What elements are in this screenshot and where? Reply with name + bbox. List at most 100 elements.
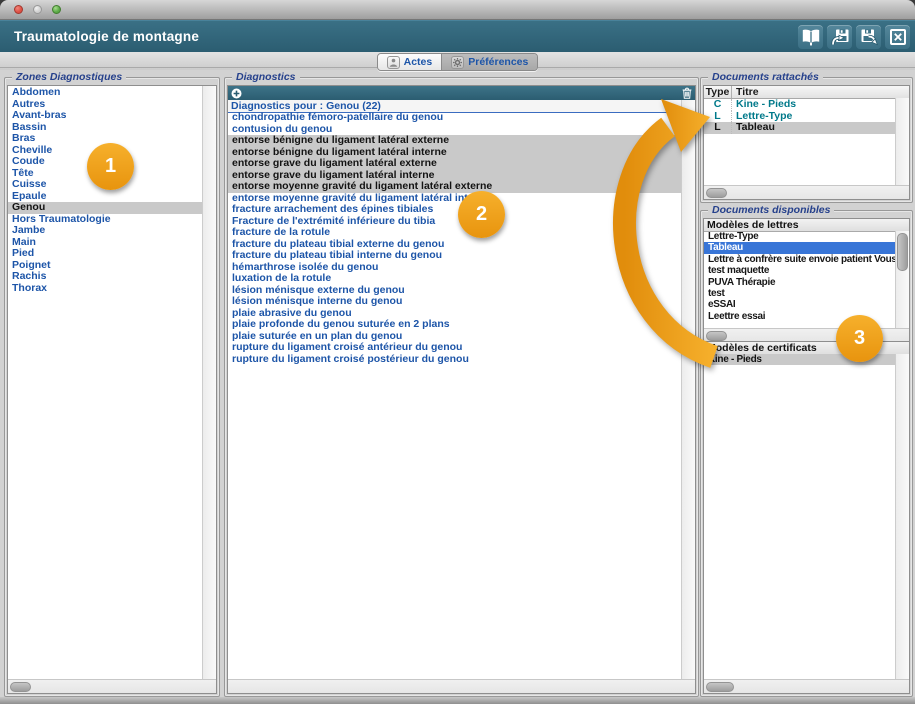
actes-icon bbox=[387, 56, 400, 69]
close-panel-button[interactable] bbox=[885, 25, 910, 49]
save-export-button[interactable] bbox=[856, 25, 881, 49]
document-type-cell: L bbox=[704, 111, 732, 123]
zones-hscroll-thumb[interactable] bbox=[10, 682, 31, 692]
plus-circle-icon bbox=[231, 88, 242, 99]
zone-item[interactable]: Avant-bras bbox=[8, 110, 203, 122]
zones-vscrollbar[interactable] bbox=[202, 86, 216, 680]
badge-2-number: 2 bbox=[476, 203, 487, 226]
letter-models-hscroll-thumb[interactable] bbox=[706, 331, 727, 341]
document-type-cell: C bbox=[704, 99, 732, 111]
document-type-cell: L bbox=[704, 122, 732, 134]
diagnostic-item[interactable]: fracture du plateau tibial interne du ge… bbox=[228, 250, 682, 262]
diagnostic-item[interactable]: contusion du genou bbox=[228, 124, 682, 136]
diagnostic-item[interactable]: rupture du ligament croisé postérieur du… bbox=[228, 354, 682, 366]
document-title-cell: Lettre-Type bbox=[732, 111, 909, 123]
certificate-models-hscrollbar[interactable] bbox=[704, 679, 909, 693]
certificate-models-vscrollbar[interactable] bbox=[895, 354, 909, 680]
document-title-cell: Kine - Pieds bbox=[732, 99, 909, 111]
attached-documents-group-label: Documents rattachés bbox=[708, 71, 823, 83]
tab-preferences[interactable]: Préférences bbox=[441, 54, 537, 70]
diagnostic-item[interactable]: entorse moyenne gravité du ligament laté… bbox=[228, 193, 682, 205]
diagnostic-item[interactable]: rupture du ligament croisé antérieur du … bbox=[228, 342, 682, 354]
letter-model-item[interactable]: Lettre-Type bbox=[704, 231, 896, 242]
window-zoom-button[interactable] bbox=[52, 5, 61, 14]
save-export-icon bbox=[859, 27, 879, 47]
main-content: Zones Diagnostiques AbdomenAutresAvant-b… bbox=[0, 70, 915, 697]
app-window: Traumatologie de montagne bbox=[0, 0, 915, 704]
zone-item[interactable]: Thorax bbox=[8, 283, 203, 295]
zone-item[interactable]: Jambe bbox=[8, 225, 203, 237]
letter-model-item[interactable]: Tableau bbox=[704, 242, 896, 253]
zone-item[interactable]: Epaule bbox=[8, 191, 203, 203]
zone-item[interactable]: Main bbox=[8, 237, 203, 249]
diagnostic-item[interactable]: plaie suturée en un plan du genou bbox=[228, 331, 682, 343]
diagnostic-item[interactable]: fracture arrachement des épines tibiales bbox=[228, 204, 682, 216]
diagnostic-item[interactable]: fracture du plateau tibial externe du ge… bbox=[228, 239, 682, 251]
diagnostic-item[interactable]: entorse grave du ligament latéral intern… bbox=[228, 170, 682, 182]
window-minimize-button[interactable] bbox=[33, 5, 42, 14]
app-header: Traumatologie de montagne bbox=[0, 20, 915, 52]
diagnostic-item[interactable]: entorse bénigne du ligament latéral exte… bbox=[228, 135, 682, 147]
save-import-button[interactable] bbox=[827, 25, 852, 49]
attached-documents-header: Type Titre bbox=[704, 86, 909, 99]
diagnostics-toolbar bbox=[228, 86, 695, 100]
zone-item[interactable]: Poignet bbox=[8, 260, 203, 272]
attached-document-row[interactable]: CKine - Pieds bbox=[704, 99, 909, 111]
diagnostic-item[interactable]: fracture de la rotule bbox=[228, 227, 682, 239]
attached-document-row[interactable]: LLettre-Type bbox=[704, 111, 909, 123]
diagnostic-item[interactable]: entorse moyenne gravité du ligament laté… bbox=[228, 181, 682, 193]
attached-documents-vscrollbar[interactable] bbox=[895, 98, 909, 186]
zone-item[interactable]: Rachis bbox=[8, 271, 203, 283]
letter-models-vscroll-thumb[interactable] bbox=[897, 233, 908, 271]
diagnostics-vscrollbar[interactable] bbox=[681, 100, 695, 680]
zone-item[interactable]: Genou bbox=[8, 202, 203, 214]
column-header-titre[interactable]: Titre bbox=[732, 86, 909, 98]
zone-item[interactable]: Autres bbox=[8, 99, 203, 111]
delete-diagnostic-button[interactable] bbox=[682, 87, 692, 99]
attached-documents-table: Type Titre CKine - PiedsLLettre-TypeLTab… bbox=[703, 85, 910, 200]
tab-actes[interactable]: Actes bbox=[378, 54, 442, 70]
zones-hscrollbar[interactable] bbox=[8, 679, 216, 693]
letter-model-item[interactable]: Lettre à confrère suite envoie patient V… bbox=[704, 254, 896, 265]
zone-item[interactable]: Bassin bbox=[8, 122, 203, 134]
attached-documents-hscroll-thumb[interactable] bbox=[706, 188, 727, 198]
tab-bar: Actes Préférences bbox=[0, 52, 915, 72]
save-import-icon bbox=[830, 27, 850, 47]
zone-item[interactable]: Hors Traumatologie bbox=[8, 214, 203, 226]
diagnostics-hscrollbar[interactable] bbox=[228, 679, 695, 693]
diagnostic-item[interactable]: plaie profonde du genou suturée en 2 pla… bbox=[228, 319, 682, 331]
open-book-button[interactable] bbox=[798, 25, 823, 49]
letter-models-vscrollbar[interactable] bbox=[895, 231, 909, 329]
column-header-type[interactable]: Type bbox=[704, 86, 732, 98]
letter-model-item[interactable]: test maquette bbox=[704, 265, 896, 276]
letter-model-item[interactable]: eSSAI bbox=[704, 299, 896, 310]
letter-model-item[interactable]: test bbox=[704, 288, 896, 299]
diagnostic-item[interactable]: plaie abrasive du genou bbox=[228, 308, 682, 320]
badge-1-number: 1 bbox=[105, 155, 116, 178]
trash-icon bbox=[682, 87, 692, 99]
annotation-badge-3: 3 bbox=[836, 315, 883, 362]
annotation-badge-1: 1 bbox=[87, 143, 134, 190]
available-documents-group: Documents disponibles Modèles de lettres… bbox=[700, 210, 913, 697]
certificate-models-hscroll-thumb[interactable] bbox=[706, 682, 734, 692]
attached-documents-hscrollbar[interactable] bbox=[704, 185, 909, 199]
diagnostic-item[interactable]: Fracture de l'extrémité inférieure du ti… bbox=[228, 216, 682, 228]
gear-icon bbox=[451, 56, 464, 69]
diagnostic-item[interactable]: entorse grave du ligament latéral extern… bbox=[228, 158, 682, 170]
diagnostic-item[interactable]: chondropathie fémoro-patellaire du genou bbox=[228, 112, 682, 124]
annotation-badge-2: 2 bbox=[458, 191, 505, 238]
certificate-models-listbox: Modèles de certificats Kine - Pieds bbox=[703, 341, 910, 694]
diagnostic-item[interactable]: lésion ménisque externe du genou bbox=[228, 285, 682, 297]
diagnostic-item[interactable]: hémarthrose isolée du genou bbox=[228, 262, 682, 274]
zone-item[interactable]: Pied bbox=[8, 248, 203, 260]
add-diagnostic-button[interactable] bbox=[231, 88, 242, 99]
letter-models-list: Lettre-TypeTableauLettre à confrère suit… bbox=[704, 231, 896, 329]
diagnostic-item[interactable]: lésion ménisque interne du genou bbox=[228, 296, 682, 308]
diagnostic-item[interactable]: entorse bénigne du ligament latéral inte… bbox=[228, 147, 682, 159]
letter-model-item[interactable]: PUVA Thérapie bbox=[704, 277, 896, 288]
zone-item[interactable]: Abdomen bbox=[8, 87, 203, 99]
attached-document-row[interactable]: LTableau bbox=[704, 122, 909, 134]
window-close-button[interactable] bbox=[14, 5, 23, 14]
diagnostic-item[interactable]: luxation de la rotule bbox=[228, 273, 682, 285]
window-bottom-edge bbox=[0, 697, 915, 704]
